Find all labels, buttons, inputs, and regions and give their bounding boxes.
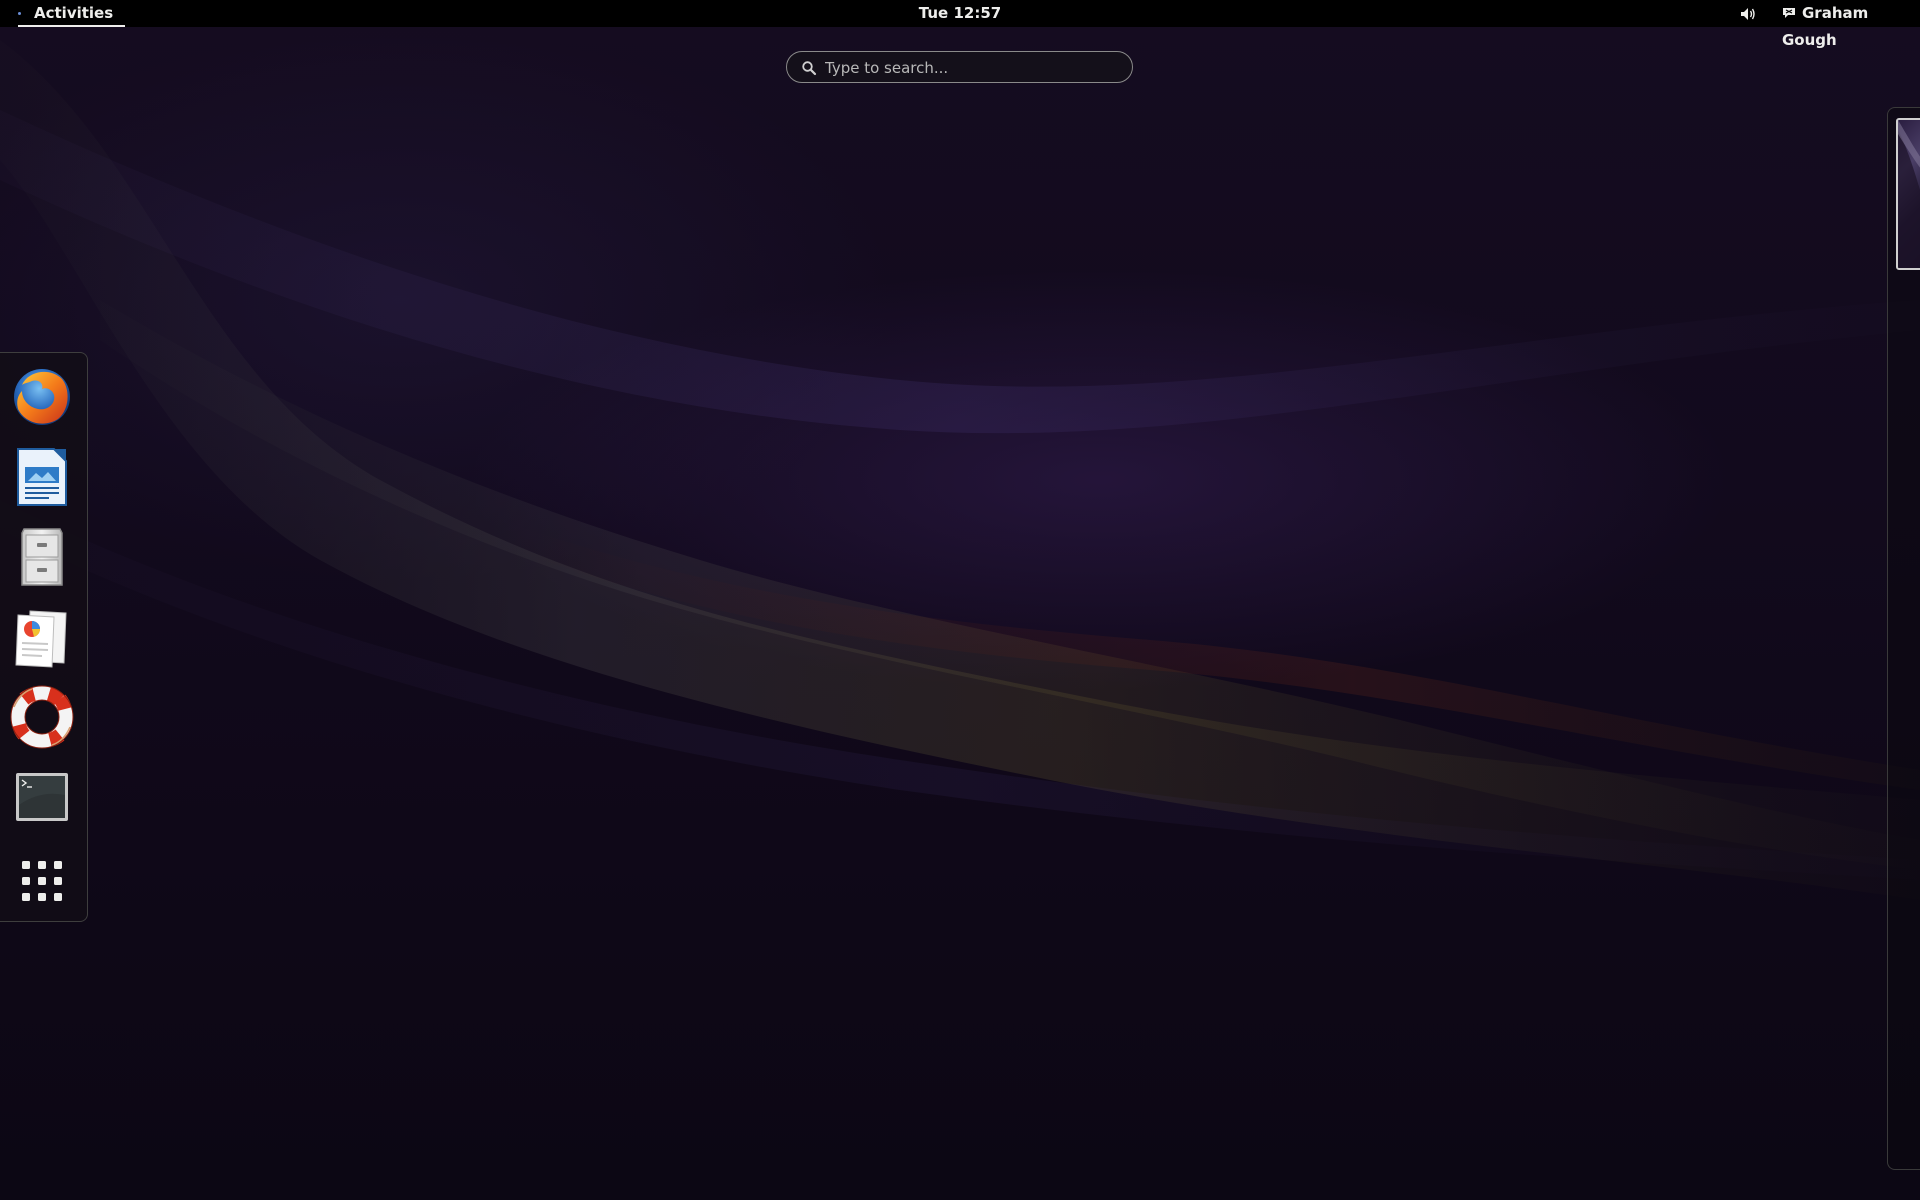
- activities-label: Activities: [34, 4, 114, 22]
- show-applications-button[interactable]: [10, 849, 74, 913]
- activities-indicator: [18, 12, 21, 15]
- dash-item-writer[interactable]: [10, 445, 74, 509]
- speaker-volume-icon[interactable]: [1738, 4, 1758, 24]
- lifebuoy-icon: [10, 685, 74, 749]
- search-icon: [802, 61, 817, 76]
- dash-item-terminal[interactable]: [10, 765, 74, 829]
- clock-button[interactable]: Tue 12:57: [919, 4, 1001, 22]
- workspace-thumbnail-preview: [1898, 120, 1920, 268]
- search-box[interactable]: [786, 51, 1133, 84]
- activities-button[interactable]: Activities: [18, 0, 126, 27]
- chat-status-icon: [1783, 8, 1795, 18]
- top-bar: Activities Tue 12:57 Graham Gough: [0, 0, 1920, 49]
- clock-container: Tue 12:57: [0, 0, 1920, 27]
- dash-item-files[interactable]: [10, 525, 74, 589]
- workspace-switcher: [1887, 107, 1920, 1170]
- dash-item-help[interactable]: [10, 685, 74, 749]
- user-menu[interactable]: Graham Gough: [1782, 0, 1920, 49]
- search-input[interactable]: [823, 52, 1117, 84]
- desktop-overview: Activities Tue 12:57 Graham Gough: [0, 0, 1920, 1200]
- terminal-icon: [16, 773, 68, 821]
- workspace-thumbnail[interactable]: [1896, 118, 1920, 270]
- app-grid-icon: [22, 861, 62, 901]
- dash-item-firefox[interactable]: [10, 365, 74, 429]
- libreoffice-writer-icon: [17, 448, 67, 506]
- dash: [0, 352, 88, 922]
- wallpaper: [0, 40, 1920, 900]
- firefox-icon: [14, 369, 70, 425]
- documents-icon: [15, 610, 67, 668]
- dash-item-documents[interactable]: [10, 605, 74, 669]
- file-cabinet-icon: [21, 528, 63, 586]
